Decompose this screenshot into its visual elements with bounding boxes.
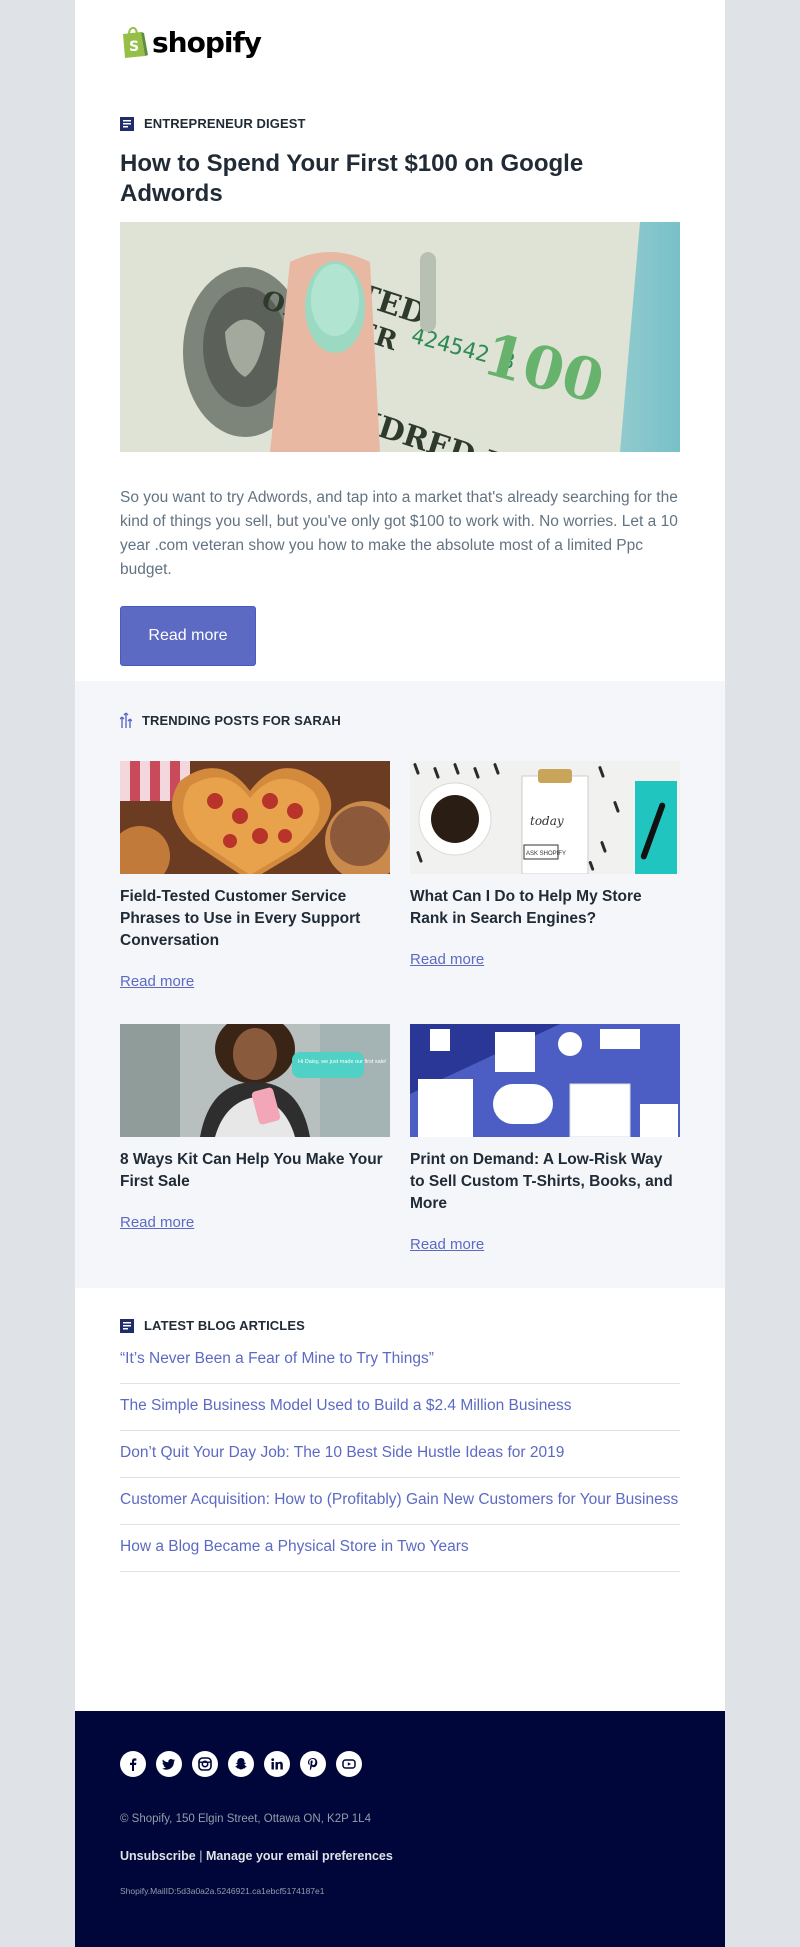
youtube-icon[interactable] — [336, 1751, 362, 1777]
social-links — [120, 1751, 372, 1777]
trending-title-2[interactable]: What Can I Do to Help My Store Rank in S… — [410, 886, 680, 930]
pizza-image[interactable] — [120, 761, 390, 874]
svg-text:ASK SHOPIFY: ASK SHOPIFY — [526, 851, 566, 857]
manage-preferences-link[interactable]: Manage your email preferences — [206, 1849, 393, 1863]
email-body: S shopify ENTREPRENEUR DIGEST How to Spe… — [75, 0, 725, 1947]
read-more-link-4[interactable]: Read more — [410, 1236, 680, 1253]
footer-links: Unsubscribe | Manage your email preferen… — [120, 1849, 393, 1863]
twitter-icon[interactable] — [156, 1751, 182, 1777]
trending-arrows-icon — [120, 712, 132, 728]
digest-label: ENTREPRENEUR DIGEST — [144, 116, 306, 131]
article-link-2[interactable]: The Simple Business Model Used to Build … — [120, 1384, 680, 1431]
latest-label: LATEST BLOG ARTICLES — [144, 1318, 305, 1333]
article-link-4[interactable]: Customer Acquisition: How to (Profitably… — [120, 1478, 680, 1525]
hero-illustration: UNITED OF AMER 424542 B 100 NDRED DOLLAR… — [120, 222, 680, 452]
shopify-logo[interactable]: S shopify — [120, 25, 262, 59]
hero-image-money[interactable]: UNITED OF AMER 424542 B 100 NDRED DOLLAR… — [120, 222, 680, 452]
document-icon — [120, 116, 134, 131]
trending-label-row: TRENDING POSTS FOR SARAH — [120, 711, 341, 729]
coffee-desk-image[interactable]: today ASK SHOPIFY — [410, 761, 680, 874]
instagram-icon[interactable] — [192, 1751, 218, 1777]
latest-label-row: LATEST BLOG ARTICLES — [120, 1318, 680, 1333]
trending-card-1: Field-Tested Customer Service Phrases to… — [120, 761, 390, 990]
trending-card-4: Print on Demand: A Low-Risk Way to Sell … — [410, 1024, 680, 1253]
trending-card-2: today ASK SHOPIFY What Can I Do to Help … — [410, 761, 680, 968]
shopify-bag-icon: S — [123, 26, 148, 58]
footer-separator: | — [199, 1849, 203, 1863]
footer-address: © Shopify, 150 Elgin Street, Ottawa ON, … — [120, 1813, 371, 1825]
article-link-3[interactable]: Don’t Quit Your Day Job: The 10 Best Sid… — [120, 1431, 680, 1478]
article-headline[interactable]: How to Spend Your First $100 on Google A… — [120, 149, 680, 209]
read-more-link-2[interactable]: Read more — [410, 951, 680, 968]
unsubscribe-link[interactable]: Unsubscribe — [120, 1849, 196, 1863]
snapchat-icon[interactable] — [228, 1751, 254, 1777]
trending-section: TRENDING POSTS FOR SARAH Field-Tested Cu… — [75, 681, 725, 1288]
print-on-demand-image[interactable] — [410, 1024, 680, 1137]
article-link-1[interactable]: “It’s Never Been a Fear of Mine to Try T… — [120, 1347, 680, 1384]
read-more-button[interactable]: Read more — [120, 606, 256, 666]
article-link-5[interactable]: How a Blog Became a Physical Store in Tw… — [120, 1525, 680, 1572]
mail-id: Shopify.MailID:5d3a0a2a.5246921.ca1ebcf5… — [120, 1886, 325, 1896]
svg-text:today: today — [530, 814, 564, 828]
woman-phone-image[interactable]: Hi Daisy, we just made our first sale! — [120, 1024, 390, 1137]
footer: © Shopify, 150 Elgin Street, Ottawa ON, … — [75, 1711, 725, 1947]
latest-articles-section: LATEST BLOG ARTICLES “It’s Never Been a … — [120, 1318, 680, 1572]
pinterest-icon[interactable] — [300, 1751, 326, 1777]
trending-title-4[interactable]: Print on Demand: A Low-Risk Way to Sell … — [410, 1149, 680, 1215]
read-more-link-1[interactable]: Read more — [120, 973, 390, 990]
trending-card-3: Hi Daisy, we just made our first sale! 8… — [120, 1024, 390, 1231]
svg-text:S: S — [129, 39, 139, 55]
trending-title-3[interactable]: 8 Ways Kit Can Help You Make Your First … — [120, 1149, 390, 1193]
facebook-icon[interactable] — [120, 1751, 146, 1777]
trending-title-1[interactable]: Field-Tested Customer Service Phrases to… — [120, 886, 390, 952]
article-intro: So you want to try Adwords, and tap into… — [120, 489, 678, 578]
svg-text:Hi Daisy, we just made our fir: Hi Daisy, we just made our first sale! — [298, 1059, 387, 1065]
brand-wordmark: shopify — [152, 25, 262, 59]
digest-label-row: ENTREPRENEUR DIGEST — [120, 116, 680, 131]
digest-section: ENTREPRENEUR DIGEST How to Spend Your Fi… — [120, 116, 680, 666]
read-more-link-3[interactable]: Read more — [120, 1214, 390, 1231]
linkedin-icon[interactable] — [264, 1751, 290, 1777]
article-list: “It’s Never Been a Fear of Mine to Try T… — [120, 1347, 680, 1572]
trending-label: TRENDING POSTS FOR SARAH — [142, 712, 341, 728]
document-icon — [120, 1318, 134, 1333]
